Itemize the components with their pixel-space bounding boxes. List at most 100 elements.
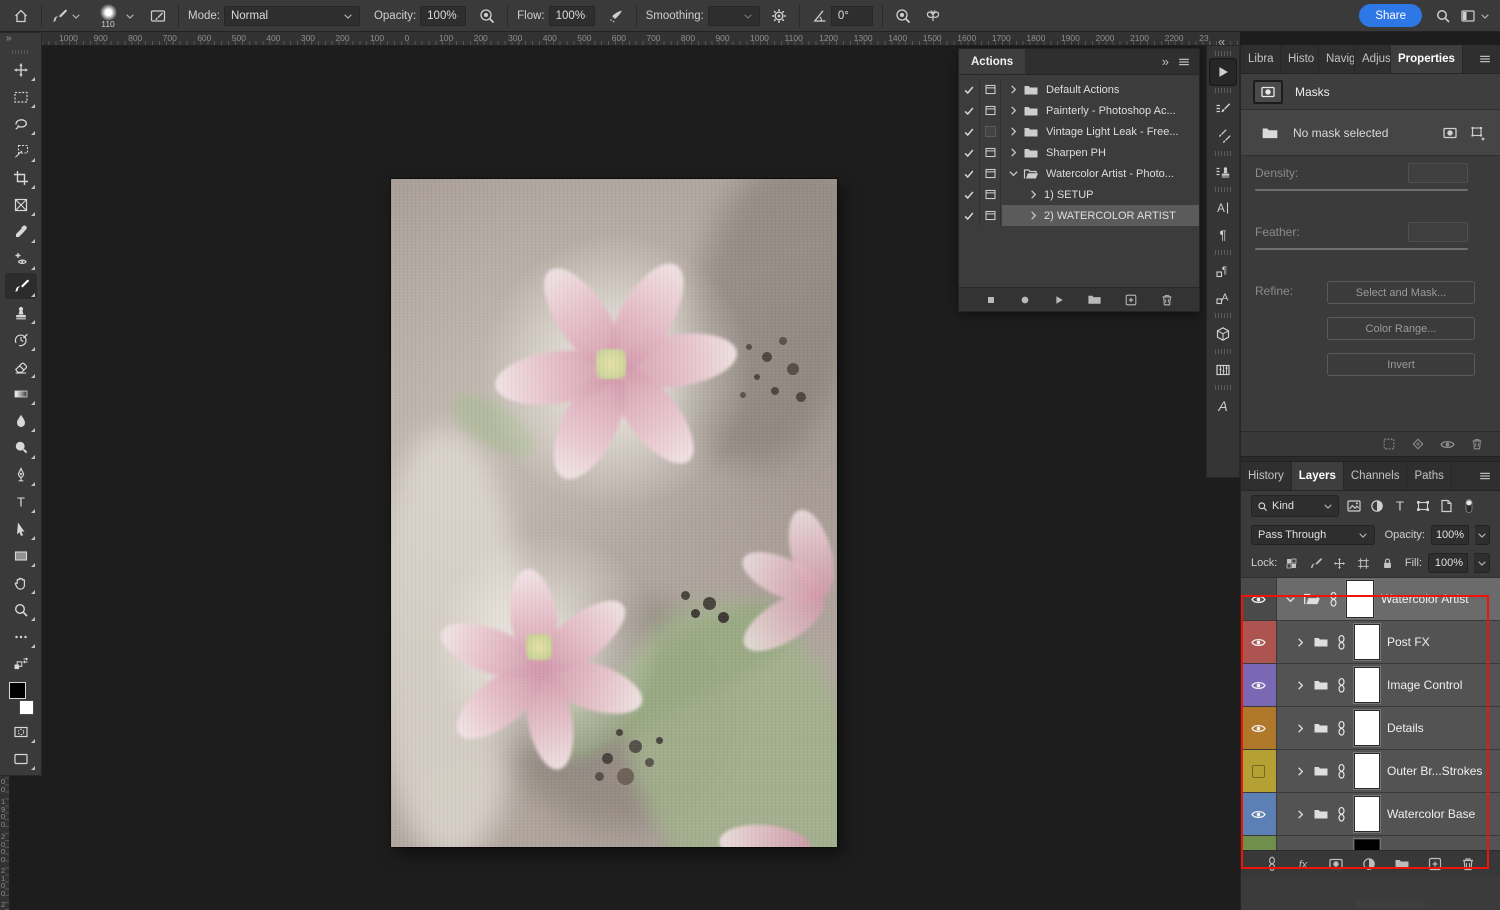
lock-transparency-icon[interactable]	[1285, 557, 1298, 570]
history-brush-tool[interactable]	[5, 327, 37, 353]
tools-drag-grip[interactable]	[12, 50, 30, 54]
add-mask-icon[interactable]	[1328, 856, 1344, 872]
pressure-opacity-icon[interactable]	[476, 5, 498, 27]
horizontal-ruler[interactable]: 1000900800700600500400300200100010020030…	[0, 32, 1240, 46]
chevron-right-icon[interactable]	[1025, 210, 1041, 221]
dock-drag-grip[interactable]	[1215, 151, 1231, 156]
chevron-right-icon[interactable]	[1005, 126, 1021, 137]
feather-slider[interactable]	[1255, 248, 1468, 250]
blend-mode-select[interactable]: Pass Through	[1251, 525, 1375, 545]
layer-mask-thumbnail[interactable]	[1354, 667, 1380, 703]
dock-drag-grip[interactable]	[1215, 313, 1231, 318]
fill-chevron[interactable]	[1474, 553, 1490, 573]
paragraph-panel-button[interactable]	[1209, 221, 1237, 248]
paragraph-styles-panel-button[interactable]	[1209, 257, 1237, 284]
character-styles-panel-button[interactable]	[1209, 284, 1237, 311]
lock-artboard-icon[interactable]	[1357, 557, 1370, 570]
move-tool[interactable]	[5, 57, 37, 83]
tab-actions[interactable]: Actions	[959, 49, 1025, 74]
filter-shape-layers-icon[interactable]	[1415, 498, 1431, 514]
opacity-select[interactable]: 100%	[420, 6, 466, 26]
new-set-folder-icon[interactable]	[1087, 292, 1102, 307]
dock-drag-grip[interactable]	[1215, 250, 1231, 255]
eraser-tool[interactable]	[5, 354, 37, 380]
gradient-tool[interactable]	[5, 381, 37, 407]
eyedropper-tool[interactable]	[5, 219, 37, 245]
lock-pixels-icon[interactable]	[1309, 557, 1322, 570]
layers-opacity-input[interactable]: 100%	[1431, 525, 1469, 545]
chevron-right-icon[interactable]	[1295, 680, 1306, 691]
flow-select[interactable]: 100%	[549, 6, 595, 26]
action-row-default-actions[interactable]: Default Actions	[959, 79, 1199, 100]
action-check-icon[interactable]	[959, 100, 980, 121]
layer-row-post-fx[interactable]: Post FX	[1241, 621, 1500, 664]
tab-paths[interactable]: Paths	[1407, 462, 1451, 490]
object-selection-tool[interactable]	[5, 138, 37, 164]
link-layers-icon[interactable]	[1266, 856, 1278, 872]
dodge-tool[interactable]	[5, 435, 37, 461]
mode-select[interactable]: Normal	[224, 6, 360, 26]
layer-row-outer-brush-strokes[interactable]: Outer Br...Strokes	[1241, 750, 1500, 793]
dock-drag-grip[interactable]	[1215, 51, 1231, 56]
brush-settings-panel-button[interactable]	[1209, 95, 1237, 122]
crop-tool[interactable]	[5, 165, 37, 191]
layer-row-details[interactable]: Details	[1241, 707, 1500, 750]
action-row-vintage-light-leak[interactable]: Vintage Light Leak - Free...	[959, 121, 1199, 142]
layer-row-image-control[interactable]: Image Control	[1241, 664, 1500, 707]
smoothing-gear-icon[interactable]	[768, 5, 790, 27]
chevron-right-icon[interactable]	[1295, 637, 1306, 648]
fill-input[interactable]: 100%	[1428, 553, 1468, 573]
layer-mask-thumbnail[interactable]	[1354, 839, 1380, 850]
tool-preset-picker[interactable]	[51, 8, 81, 24]
timeline-panel-button[interactable]	[1209, 356, 1237, 383]
action-dialog-icon[interactable]	[980, 79, 1001, 100]
opacity-chevron[interactable]	[1475, 525, 1490, 545]
select-and-mask-button[interactable]: Select and Mask...	[1327, 281, 1475, 304]
layer-visibility-toggle[interactable]	[1241, 750, 1277, 792]
toggle-brush-settings-icon[interactable]	[147, 5, 169, 27]
layer-visibility-toggle[interactable]	[1241, 793, 1277, 835]
healing-tool[interactable]	[5, 246, 37, 272]
tools-collapse-icon[interactable]: »	[0, 33, 41, 48]
chevron-right-icon[interactable]	[1295, 723, 1306, 734]
chevron-right-icon[interactable]	[1005, 105, 1021, 116]
record-icon[interactable]	[1019, 294, 1031, 306]
play-icon[interactable]	[1053, 294, 1065, 306]
new-group-icon[interactable]	[1394, 856, 1410, 872]
tab-layers[interactable]: Layers	[1292, 462, 1344, 490]
layer-visibility-toggle[interactable]	[1241, 664, 1277, 706]
dock-drag-grip[interactable]	[1215, 349, 1231, 354]
foreground-color-swatch[interactable]	[9, 682, 26, 699]
tab-history[interactable]: History	[1241, 462, 1292, 490]
action-row-sharpen-ph[interactable]: Sharpen PH	[959, 142, 1199, 163]
frame-tool[interactable]	[5, 192, 37, 218]
layer-mask-thumbnail[interactable]	[1346, 580, 1374, 618]
panel-menu-icon[interactable]	[1470, 462, 1500, 490]
layer-row-back-filling[interactable]: Back Filling	[1241, 836, 1500, 850]
action-dialog-icon[interactable]	[980, 184, 1001, 205]
home-icon[interactable]	[10, 5, 32, 27]
chevron-right-icon[interactable]	[1295, 766, 1306, 777]
action-dialog-icon[interactable]	[980, 205, 1001, 226]
workspace-switcher[interactable]	[1460, 8, 1490, 24]
action-check-icon[interactable]	[959, 142, 980, 163]
layer-visibility-toggle[interactable]	[1241, 836, 1277, 850]
tab-histogram[interactable]: Histo	[1281, 45, 1319, 73]
brush-size-picker[interactable]: 110	[95, 4, 135, 28]
airbrush-icon[interactable]	[605, 5, 627, 27]
dock-drag-grip[interactable]	[1215, 88, 1231, 93]
lasso-tool[interactable]	[5, 111, 37, 137]
background-color-swatch[interactable]	[19, 700, 34, 715]
chevron-right-icon[interactable]	[1005, 147, 1021, 158]
clone-stamp-tool[interactable]	[5, 300, 37, 326]
brush-angle-input[interactable]: 0°	[831, 6, 873, 26]
filter-smart-objects-icon[interactable]	[1438, 498, 1454, 514]
tab-channels[interactable]: Channels	[1344, 462, 1408, 490]
load-selection-icon[interactable]	[1382, 437, 1396, 451]
action-dialog-icon[interactable]	[980, 163, 1001, 184]
stop-icon[interactable]	[985, 294, 997, 306]
chevron-right-icon[interactable]	[1295, 809, 1306, 820]
delete-mask-icon[interactable]	[1470, 437, 1484, 451]
adjustment-layer-icon[interactable]	[1361, 856, 1377, 872]
tab-properties[interactable]: Properties	[1391, 45, 1463, 73]
